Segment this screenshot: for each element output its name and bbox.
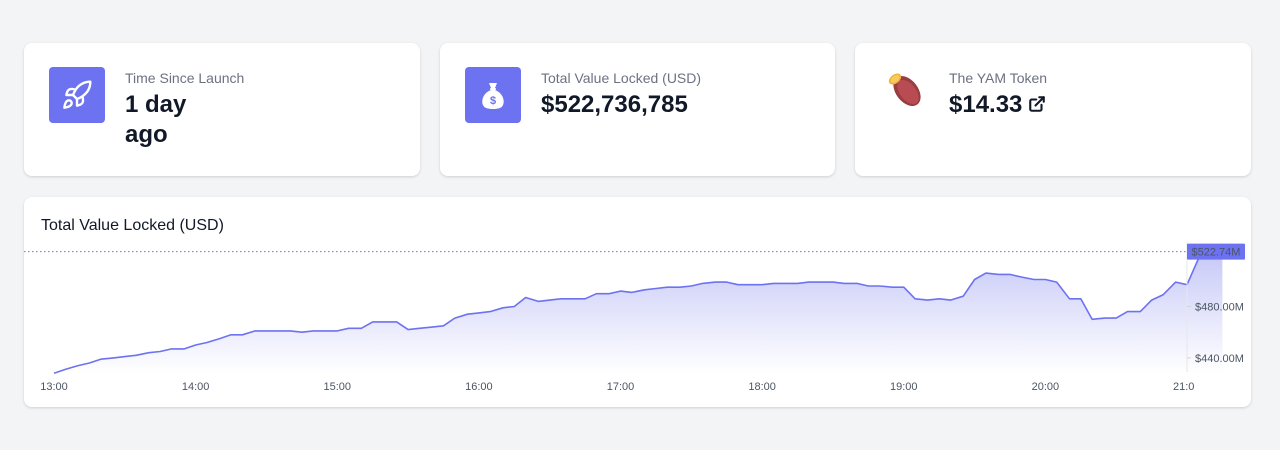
launch-label: Time Since Launch [125,70,245,86]
x-tick-label: 21:0 [1173,381,1194,393]
svg-text:$: $ [490,95,496,107]
yam-token-card: The YAM Token $14.33 [855,43,1251,176]
x-tick-label: 14:00 [182,381,210,393]
total-value-locked-card: $ Total Value Locked (USD) $522,736,785 [440,43,835,176]
x-tick-label: 15:00 [323,381,351,393]
tvl-area-fill [54,251,1223,374]
x-tick-label: 13:00 [40,381,68,393]
y-tick-label: $480.00M [1195,302,1244,314]
rocket-icon [49,67,105,123]
x-tick-label: 16:00 [465,381,493,393]
yam-price: $14.33 [949,91,1023,118]
launch-value: 1 day ago [125,90,186,150]
current-value-label: $522.74M [1192,247,1241,259]
y-tick-label: $440.00M [1195,353,1244,365]
tvl-label: Total Value Locked (USD) [541,70,702,86]
time-since-launch-card: Time Since Launch 1 day ago [24,43,420,176]
yam-label: The YAM Token [949,70,1048,86]
yam-price-row: $14.33 [949,90,1046,121]
x-tick-label: 17:00 [607,381,635,393]
external-link-icon[interactable] [1028,91,1046,121]
x-tick-label: 20:00 [1032,381,1060,393]
money-bag-icon: $ [465,67,521,123]
tvl-area-chart: $522.74M $440.00M $480.00M 13:00 14:00 15:00 1… [24,242,1245,393]
tvl-value: $522,736,785 [541,91,688,118]
x-tick-label: 19:00 [890,381,918,393]
launch-value-line1: 1 day [125,91,187,118]
launch-value-line2: ago [125,121,168,148]
x-tick-label: 18:00 [748,381,776,393]
tvl-chart-card: Total Value Locked (USD) $522.74M $440.00… [24,197,1251,407]
sweet-potato-icon [880,65,930,115]
